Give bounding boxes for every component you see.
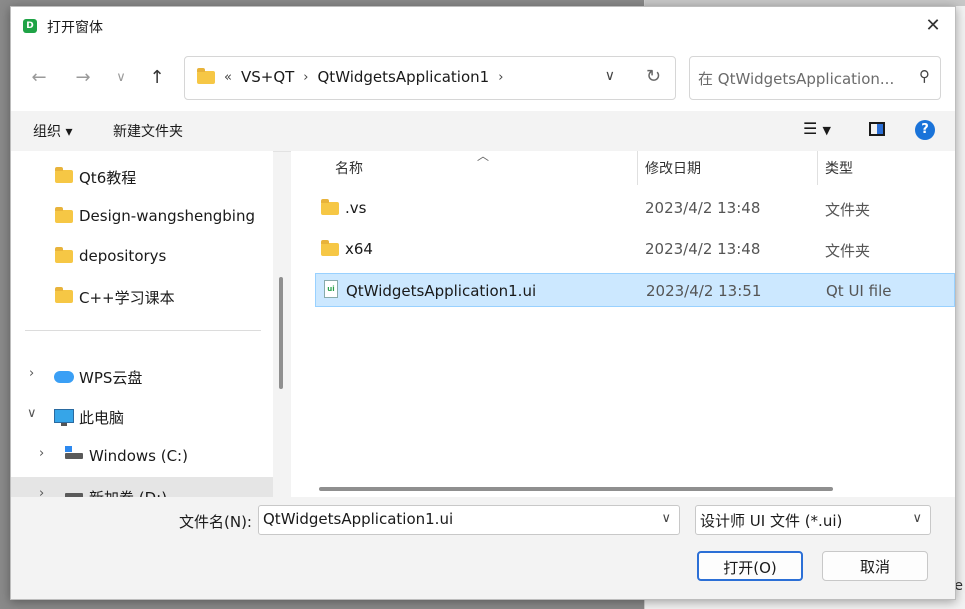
- breadcrumb-vs-qt[interactable]: VS+QT: [241, 68, 294, 86]
- file-type: Qt UI file: [826, 282, 892, 300]
- arrow-up-icon: ↑: [149, 67, 165, 88]
- window-title: 打开窗体: [47, 20, 103, 36]
- organize-button[interactable]: 组织 ▾: [33, 121, 72, 141]
- folder-icon: [55, 287, 73, 303]
- help-icon[interactable]: ?: [915, 120, 935, 140]
- sidebar-item-label: 此电脑: [79, 409, 125, 427]
- sidebar-item-label: WPS云盘: [79, 369, 143, 387]
- navigation-pane: Qt6教程 Design-wangshengbing depositorys C…: [11, 151, 273, 497]
- view-options-button[interactable]: ☰ ▼: [803, 119, 831, 138]
- computer-icon: [54, 409, 74, 426]
- address-dropdown-icon[interactable]: ∨: [605, 68, 615, 84]
- file-list-scrollbar[interactable]: [319, 487, 833, 491]
- footer: 文件名(N): QtWidgetsApplication1.ui ∨ 设计师 U…: [11, 497, 955, 599]
- sidebar-item-label: 新加卷 (D:): [89, 487, 167, 497]
- drive-icon: [65, 446, 83, 459]
- open-file-dialog: D 打开窗体 ✕ ← → ∨ ↑ « VS+QT › QtWidgetsAppl…: [10, 6, 956, 600]
- chevron-right-icon[interactable]: ›: [39, 446, 44, 461]
- column-separator[interactable]: [637, 151, 638, 185]
- file-name: QtWidgetsApplication1.ui: [346, 282, 537, 300]
- sidebar-item-label: Qt6教程: [79, 169, 137, 187]
- back-button[interactable]: ←: [27, 66, 51, 90]
- navigation-bar: ← → ∨ ↑ « VS+QT › QtWidgetsApplication1 …: [11, 45, 955, 111]
- file-name: x64: [345, 240, 373, 258]
- filename-label: 文件名(N):: [179, 513, 252, 531]
- sidebar-scrollbar[interactable]: [279, 277, 283, 389]
- cancel-button[interactable]: 取消: [822, 551, 928, 581]
- folder-icon: [197, 67, 215, 84]
- sidebar-item-design[interactable]: Design-wangshengbing: [11, 197, 273, 235]
- sidebar-item-label: C++学习课本: [79, 289, 175, 307]
- sidebar-item-depositorys[interactable]: depositorys: [11, 237, 273, 275]
- folder-icon: [55, 207, 73, 223]
- address-bar[interactable]: « VS+QT › QtWidgetsApplication1 › ∨ ↻: [184, 56, 676, 100]
- chevron-right-icon: ›: [303, 69, 309, 85]
- sidebar-divider: [25, 330, 261, 331]
- sidebar-item-wps-cloud[interactable]: › WPS云盘: [11, 357, 273, 395]
- search-placeholder: 在 QtWidgetsApplication...: [698, 70, 895, 88]
- up-button[interactable]: ↑: [145, 66, 169, 90]
- sidebar-item-label: Windows (C:): [89, 447, 188, 465]
- file-date: 2023/4/2 13:48: [645, 240, 761, 258]
- column-separator[interactable]: [817, 151, 818, 185]
- chevron-down-icon: ▼: [822, 124, 831, 137]
- command-toolbar: 组织 ▾ 新建文件夹 ☰ ▼ ?: [11, 111, 955, 152]
- sidebar-item-this-pc[interactable]: ∨ 此电脑: [11, 397, 273, 435]
- chevron-down-icon[interactable]: ∨: [912, 511, 922, 526]
- search-icon: ⚲: [919, 67, 930, 85]
- column-type[interactable]: 类型: [825, 158, 853, 178]
- file-type: 文件夹: [825, 201, 871, 219]
- folder-icon: [321, 199, 339, 215]
- column-name[interactable]: 名称: [335, 158, 363, 178]
- breadcrumb-overflow[interactable]: «: [224, 70, 232, 85]
- chevron-right-icon[interactable]: ›: [29, 366, 34, 381]
- filename-field[interactable]: QtWidgetsApplication1.ui ∨: [258, 505, 680, 535]
- sort-ascending-icon: ︿: [477, 149, 490, 163]
- file-type-filter[interactable]: 设计师 UI 文件 (*.ui) ∨: [695, 505, 931, 535]
- sidebar-item-qt6[interactable]: Qt6教程: [11, 157, 273, 195]
- forward-button[interactable]: →: [71, 66, 95, 90]
- file-row[interactable]: x64 2023/4/2 13:48 文件夹: [315, 232, 955, 266]
- open-button[interactable]: 打开(O): [697, 551, 803, 581]
- ui-file-icon: ui: [324, 280, 338, 298]
- folder-icon: [55, 167, 73, 183]
- file-date: 2023/4/2 13:48: [645, 199, 761, 217]
- sidebar-item-label: depositorys: [79, 247, 167, 265]
- filter-value: 设计师 UI 文件 (*.ui): [700, 512, 843, 530]
- search-input[interactable]: 在 QtWidgetsApplication... ⚲: [689, 56, 941, 100]
- chevron-right-icon[interactable]: ›: [39, 486, 44, 497]
- chevron-down-icon: ∨: [116, 70, 126, 85]
- list-view-icon: ☰: [803, 119, 818, 138]
- close-icon: ✕: [925, 15, 941, 36]
- new-folder-button[interactable]: 新建文件夹: [113, 121, 183, 141]
- sidebar-item-drive-c[interactable]: › Windows (C:): [11, 437, 273, 475]
- sidebar-item-drive-d[interactable]: › 新加卷 (D:): [11, 477, 273, 497]
- app-icon: D: [23, 19, 37, 33]
- column-header: ︿ 名称 修改日期 类型: [291, 149, 955, 185]
- file-date: 2023/4/2 13:51: [646, 282, 762, 300]
- file-row[interactable]: .vs 2023/4/2 13:48 文件夹: [315, 191, 955, 225]
- arrow-left-icon: ←: [31, 67, 47, 88]
- file-type: 文件夹: [825, 242, 871, 260]
- column-modified[interactable]: 修改日期: [645, 158, 701, 178]
- recent-locations-button[interactable]: ∨: [109, 66, 133, 90]
- chevron-down-icon[interactable]: ∨: [661, 511, 671, 526]
- sidebar-item-label: Design-wangshengbing: [79, 207, 255, 225]
- sidebar-item-cpp[interactable]: C++学习课本: [11, 277, 273, 315]
- preview-pane-icon[interactable]: [869, 122, 885, 136]
- close-button[interactable]: ✕: [921, 15, 945, 37]
- filename-value: QtWidgetsApplication1.ui: [263, 510, 454, 528]
- title-bar: D 打开窗体 ✕: [11, 7, 955, 45]
- arrow-right-icon: →: [75, 67, 91, 88]
- file-row-selected[interactable]: ui QtWidgetsApplication1.ui 2023/4/2 13:…: [315, 273, 955, 307]
- file-list: ︿ 名称 修改日期 类型 .vs 2023/4/2 13:48 文件夹 x64 …: [291, 149, 955, 497]
- chevron-right-icon[interactable]: ›: [498, 70, 503, 85]
- folder-icon: [321, 240, 339, 256]
- chevron-down-icon[interactable]: ∨: [27, 406, 37, 421]
- folder-icon: [55, 247, 73, 263]
- breadcrumb-project[interactable]: QtWidgetsApplication1: [318, 68, 490, 86]
- file-name: .vs: [345, 199, 367, 217]
- cloud-icon: [54, 371, 74, 383]
- refresh-icon[interactable]: ↻: [646, 66, 661, 87]
